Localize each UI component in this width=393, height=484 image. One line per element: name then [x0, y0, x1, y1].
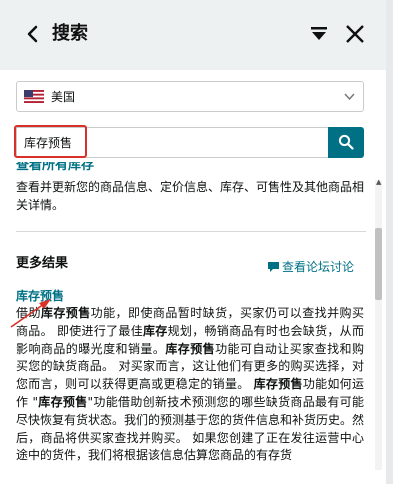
us-flag-icon: [24, 90, 44, 103]
top-result-description: 查看并更新您的商品信息、定价信息、库存、可售性及其他商品相关详情。: [16, 180, 365, 212]
divider: [16, 231, 366, 232]
search-header: 搜索: [0, 0, 386, 70]
scrollbar-thumb[interactable]: [375, 228, 382, 300]
chevron-down-icon: [344, 93, 355, 101]
forum-discussion-link[interactable]: 查看论坛讨论: [268, 258, 354, 276]
more-results-heading: 更多结果: [16, 256, 69, 271]
forum-link-label: 查看论坛讨论: [282, 260, 355, 274]
result-title-link[interactable]: 库存预售: [16, 287, 64, 305]
chat-icon: [268, 262, 279, 272]
window-edge: [386, 0, 393, 484]
annotation-highlight-box: [14, 125, 87, 158]
scrollbar[interactable]: [375, 180, 382, 470]
pin-to-top-icon[interactable]: [309, 23, 329, 45]
keyword-highlight: 库存预售: [165, 341, 216, 356]
search-button[interactable]: [328, 127, 364, 158]
country-select[interactable]: 美国: [16, 81, 364, 112]
close-icon[interactable]: [344, 23, 366, 45]
result-body: 借助库存预售功能，即使商品暂时缺货，买家仍可以查找并购买商品。 即使进行了最佳库…: [16, 306, 365, 463]
keyword-highlight: 库存: [143, 323, 168, 338]
page-title: 搜索: [52, 23, 88, 44]
keyword-highlight: 库存预售: [40, 306, 91, 320]
top-result-title[interactable]: 查看所有库存: [16, 162, 376, 174]
chevron-left-icon[interactable]: [22, 21, 44, 47]
keyword-highlight: 库存预售: [37, 394, 88, 409]
keyword-highlight: 库存预售: [253, 377, 303, 392]
country-select-value: 美国: [51, 90, 76, 104]
search-icon: [338, 134, 354, 150]
scroll-up-icon[interactable]: ▲: [376, 178, 381, 186]
